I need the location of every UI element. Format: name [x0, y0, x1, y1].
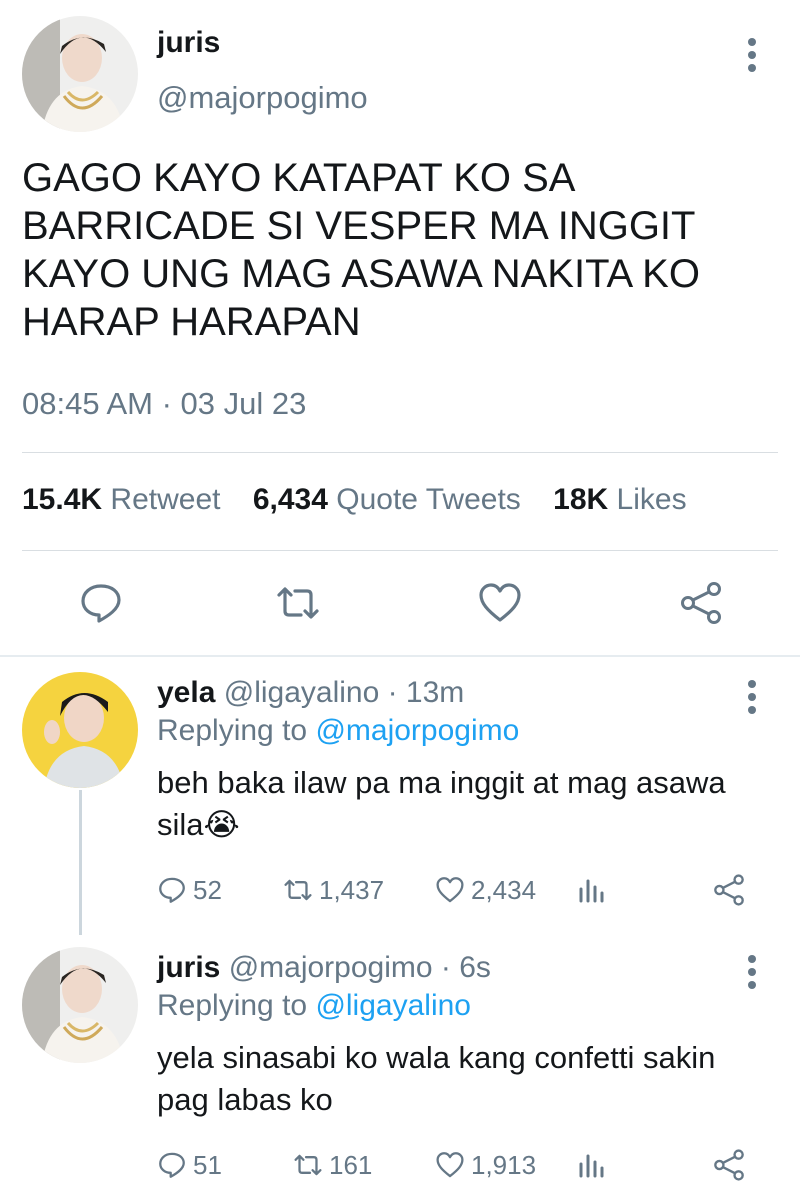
- avatar[interactable]: [22, 16, 138, 132]
- reply-icon: [159, 877, 185, 903]
- reply-actions: 51 161 1,913: [157, 1147, 757, 1183]
- like-label[interactable]: Likes: [617, 483, 687, 516]
- quote-label[interactable]: Quote Tweets: [336, 483, 521, 516]
- share-icon[interactable]: [712, 872, 746, 908]
- thread-line: [79, 790, 82, 935]
- retweet-icon: [294, 1154, 322, 1176]
- retweet-button[interactable]: 1,437: [283, 872, 384, 908]
- like-count[interactable]: 18K: [553, 483, 608, 516]
- author-meta[interactable]: @ligayalino · 13m: [224, 676, 465, 709]
- divider: [0, 655, 800, 657]
- main-tweet: juris @majorpogimo GAGO KAYO KATAPAT KO …: [0, 0, 800, 657]
- author-handle[interactable]: @majorpogimo: [157, 80, 368, 116]
- like-icon: [436, 1152, 464, 1178]
- like-count: 1,913: [471, 1149, 537, 1180]
- mention-link[interactable]: @majorpogimo: [315, 714, 519, 747]
- reply-icon[interactable]: [78, 580, 124, 626]
- author-name[interactable]: yela: [157, 676, 215, 709]
- reply-tweet[interactable]: juris @majorpogimo · 6s Replying to @lig…: [0, 935, 800, 1200]
- reply-header: yela @ligayalino · 13m: [157, 676, 464, 710]
- retweet-count: 161: [329, 1149, 373, 1180]
- retweet-count: 1,437: [319, 874, 385, 905]
- divider: [22, 452, 778, 453]
- author-name[interactable]: juris: [157, 26, 220, 60]
- share-icon[interactable]: [678, 580, 724, 626]
- reply-icon: [159, 1152, 185, 1178]
- analytics-icon[interactable]: [577, 872, 607, 908]
- like-count: 2,434: [471, 874, 537, 905]
- reply-button[interactable]: 51: [157, 1147, 222, 1183]
- reply-text: yela sinasabi ko wala kang confetti saki…: [157, 1040, 716, 1117]
- retweet-button[interactable]: 161: [293, 1147, 372, 1183]
- retweet-count[interactable]: 15.4K: [22, 483, 102, 516]
- avatar[interactable]: [22, 947, 138, 1063]
- author-meta[interactable]: @majorpogimo · 6s: [229, 951, 491, 984]
- replying-to: Replying to @ligayalino: [157, 989, 471, 1023]
- retweet-label[interactable]: Retweet: [110, 483, 220, 516]
- more-options-icon[interactable]: [747, 38, 757, 74]
- like-button[interactable]: 1,913: [435, 1147, 536, 1183]
- mention-link[interactable]: @ligayalino: [315, 989, 471, 1022]
- like-icon[interactable]: [477, 580, 523, 626]
- analytics-icon[interactable]: [577, 1147, 607, 1183]
- replying-to: Replying to @majorpogimo: [157, 714, 519, 748]
- like-icon: [436, 877, 464, 903]
- reply-button[interactable]: 52: [157, 872, 222, 908]
- reply-header: juris @majorpogimo · 6s: [157, 951, 491, 985]
- tweet-text: GAGO KAYO KATAPAT KO SA BARRICADE SI VES…: [22, 156, 700, 344]
- avatar[interactable]: [22, 672, 138, 788]
- reply-actions: 52 1,437 2,434: [157, 872, 757, 908]
- reply-tweet[interactable]: yela @ligayalino · 13m Replying to @majo…: [0, 660, 800, 935]
- tweet-stats: 15.4K Retweet 6,434 Quote Tweets 18K Lik…: [22, 483, 711, 517]
- replying-prefix: Replying to: [157, 989, 308, 1022]
- reply-text: beh baka ilaw pa ma inggit at mag asawa …: [157, 765, 726, 842]
- divider: [22, 550, 778, 551]
- tweet-timestamp[interactable]: 08:45 AM · 03 Jul 23: [22, 386, 306, 422]
- retweet-icon[interactable]: [275, 580, 321, 626]
- more-options-icon[interactable]: [747, 955, 757, 991]
- author-name[interactable]: juris: [157, 951, 220, 984]
- quote-count[interactable]: 6,434: [253, 483, 328, 516]
- like-button[interactable]: 2,434: [435, 872, 536, 908]
- reply-count: 52: [193, 874, 222, 905]
- reply-count: 51: [193, 1149, 222, 1180]
- retweet-icon: [284, 879, 312, 901]
- more-options-icon[interactable]: [747, 680, 757, 716]
- share-icon[interactable]: [712, 1147, 746, 1183]
- replying-prefix: Replying to: [157, 714, 308, 747]
